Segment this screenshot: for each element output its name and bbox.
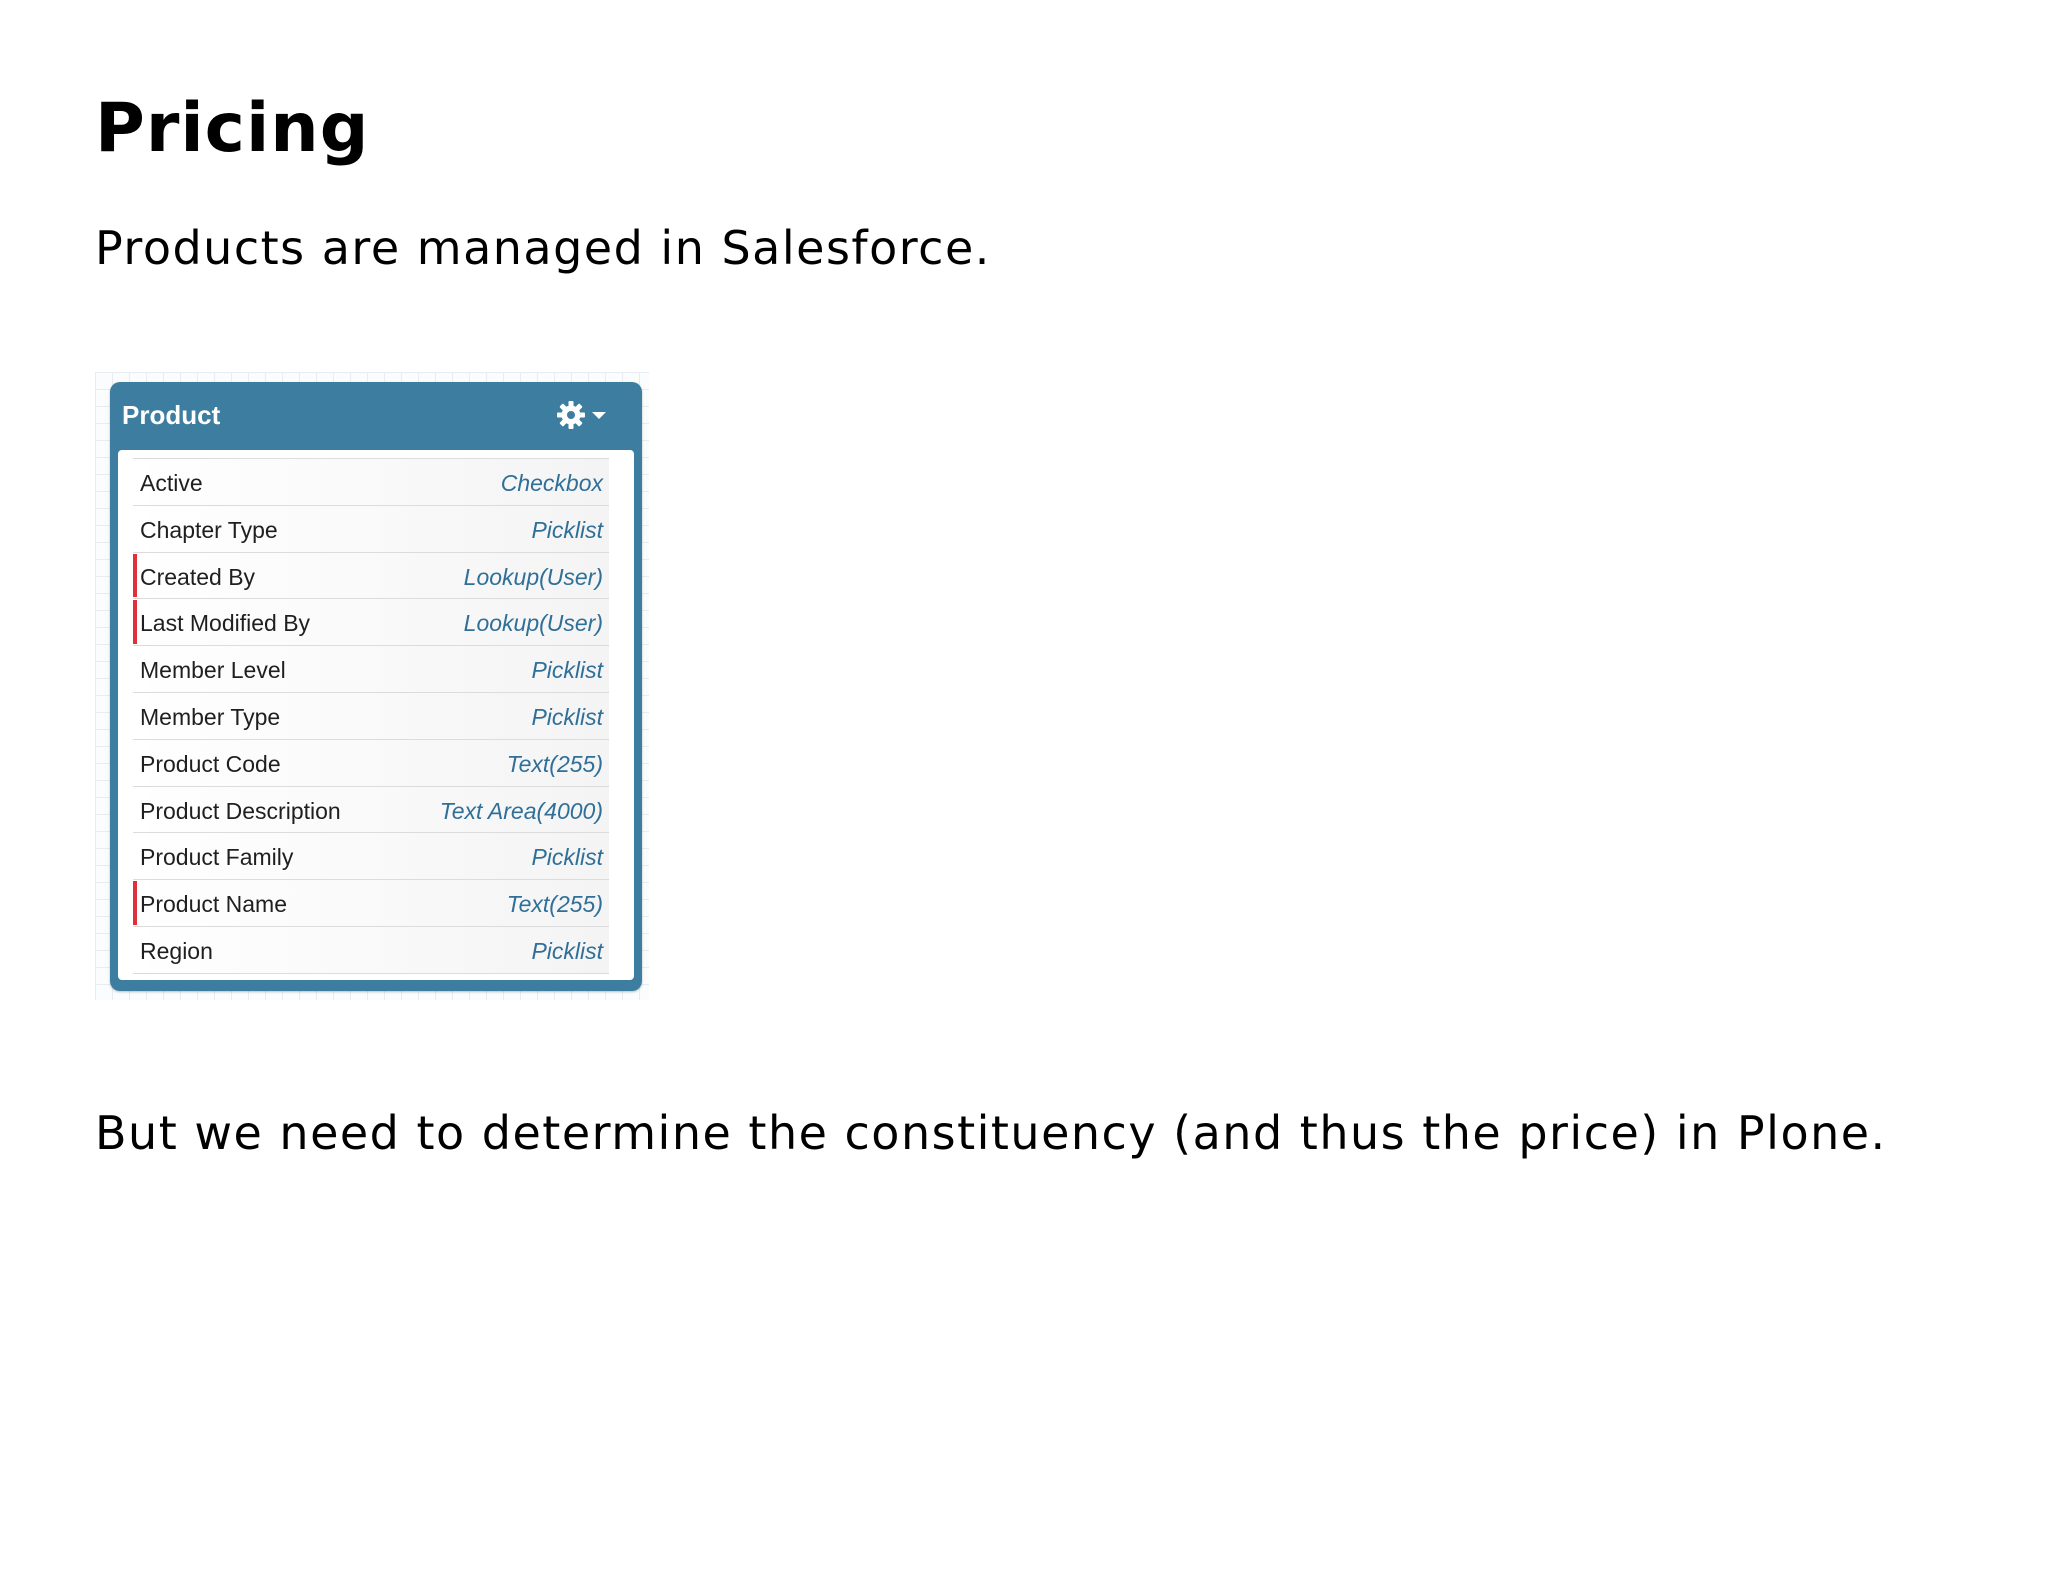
field-type: Lookup(User)	[463, 563, 603, 590]
field-type: Picklist	[531, 937, 603, 964]
conclusion-paragraph: But we need to determine the constituenc…	[95, 1106, 1887, 1160]
field-name: Created By	[140, 563, 256, 590]
field-type: Text(255)	[506, 750, 603, 777]
field-type: Picklist	[531, 703, 603, 730]
field-name: Region	[140, 937, 213, 964]
field-name: Product Description	[140, 797, 341, 824]
field-type: Text(255)	[506, 891, 603, 918]
field-name: Active	[140, 470, 203, 496]
field-row[interactable]: Product Code Text(255)	[133, 739, 609, 787]
intro-paragraph: Products are managed in Salesforce.	[95, 221, 991, 275]
field-list: Active Checkbox Chapter Type Picklist Create…	[133, 458, 609, 974]
field-type: Picklist	[531, 516, 603, 543]
field-row[interactable]: Product Description Text Area(4000)	[133, 786, 609, 834]
field-name: Last Modified By	[140, 610, 311, 637]
field-name: Product Name	[140, 891, 288, 918]
field-name: Product Code	[140, 750, 281, 777]
schema-diagram: Product Active Checkbox Chapter Type Pickli…	[95, 372, 649, 1000]
field-row[interactable]: Member Type Picklist	[133, 692, 609, 740]
object-card-body: Active Checkbox Chapter Type Picklist Create…	[118, 450, 634, 980]
field-row[interactable]: Last Modified By Lookup(User)	[133, 599, 609, 647]
field-name: Product Family	[140, 844, 294, 871]
field-name: Member Level	[140, 657, 286, 684]
field-type: Picklist	[531, 657, 603, 684]
field-name: Member Type	[140, 703, 281, 730]
field-type: Lookup(User)	[463, 610, 603, 637]
field-type: Text Area(4000)	[439, 797, 603, 824]
object-card: Product Active Checkbox Chapter Type Pickli…	[110, 382, 642, 991]
field-row[interactable]: Member Level Picklist	[133, 646, 609, 693]
field-row[interactable]: Product Name Text(255)	[133, 880, 609, 927]
field-row[interactable]: Product Family Picklist	[133, 833, 609, 881]
field-row[interactable]: Region Picklist	[133, 926, 609, 974]
field-type: Picklist	[531, 844, 603, 871]
page-title: Pricing	[95, 89, 370, 168]
gear-icon	[557, 401, 585, 429]
object-menu-button[interactable]	[550, 398, 612, 432]
field-type: Checkbox	[500, 470, 603, 496]
field-name: Chapter Type	[140, 516, 278, 543]
field-row[interactable]: Active Checkbox	[133, 459, 609, 506]
field-row[interactable]: Chapter Type Picklist	[133, 505, 609, 553]
object-card-header: Product	[110, 382, 642, 446]
chevron-down-icon	[592, 412, 606, 419]
object-name: Product	[122, 400, 221, 430]
field-row[interactable]: Created By Lookup(User)	[133, 552, 609, 600]
